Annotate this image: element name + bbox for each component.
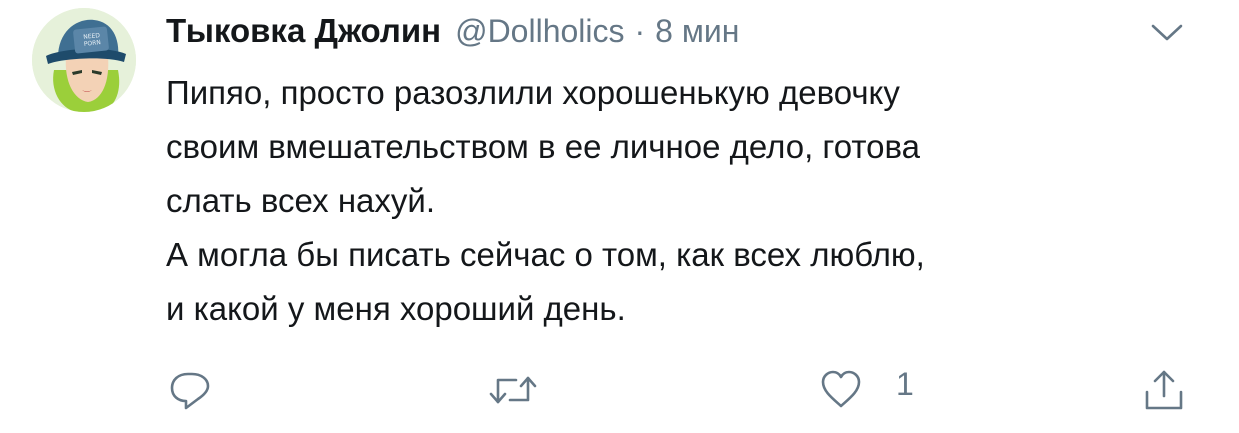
avatar-illustration xyxy=(32,8,136,112)
tweet-text-line: Пипяо, просто разозлили хорошенькую дево… xyxy=(166,74,900,111)
heart-icon[interactable] xyxy=(818,368,864,412)
separator-dot: · xyxy=(634,13,646,49)
tweet-text: Пипяо, просто разозлили хорошенькую дево… xyxy=(166,66,1206,336)
tweet-card[interactable]: NEED PORN Тыковка Джолин @Dollholics · 8… xyxy=(0,0,1239,433)
timestamp[interactable]: 8 мин xyxy=(655,13,739,50)
tweet-text-line: своим вмешательством в ее личное дело, г… xyxy=(166,128,920,165)
tweet-text-line: слать всех нахуй. xyxy=(166,182,435,219)
reply-icon[interactable] xyxy=(168,368,212,412)
tweet-text-line: и какой у меня хороший день. xyxy=(166,290,626,327)
user-handle[interactable]: @Dollholics xyxy=(455,13,624,50)
chevron-down-icon[interactable] xyxy=(1150,22,1184,44)
like-count[interactable]: 1 xyxy=(896,366,914,403)
share-icon[interactable] xyxy=(1142,368,1186,412)
display-name[interactable]: Тыковка Джолин xyxy=(166,12,441,50)
tweet-header: Тыковка Джолин @Dollholics · 8 мин xyxy=(166,12,739,52)
tweet-text-line: А могла бы писать сейчас о том, как всех… xyxy=(166,236,925,273)
retweet-icon[interactable] xyxy=(488,368,538,412)
user-avatar-icon[interactable]: NEED PORN xyxy=(32,8,136,112)
